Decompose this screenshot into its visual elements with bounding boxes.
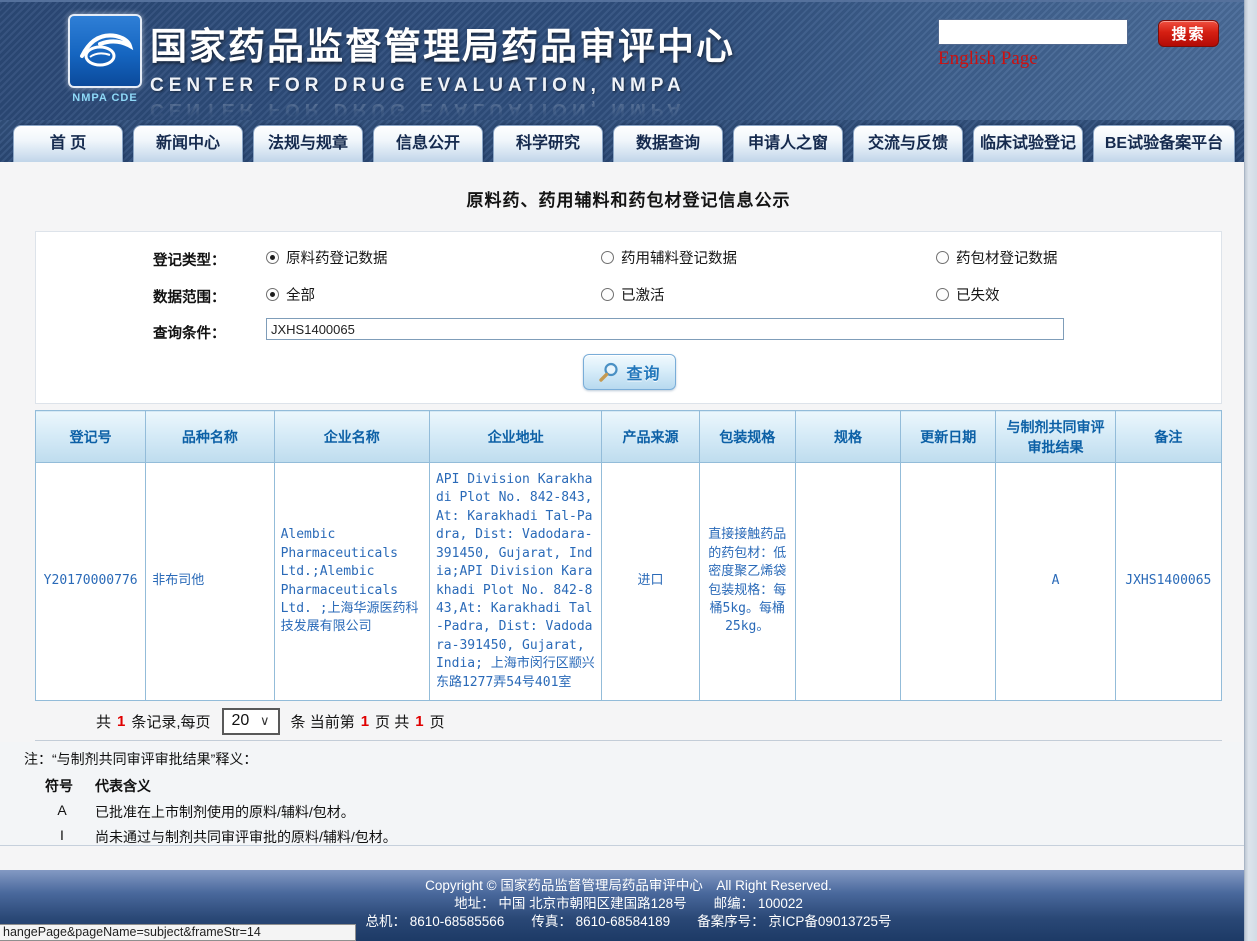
- col-header-product-name: 品种名称: [146, 411, 274, 463]
- per-page-value: 20: [232, 712, 250, 730]
- pagination-after-select: 条 当前第: [291, 711, 355, 732]
- english-page-link[interactable]: English Page: [938, 48, 1038, 70]
- reg-type-label: 登记类型：: [153, 249, 226, 270]
- cell-product-source: 进口: [602, 463, 699, 701]
- radio-option-packaging-data[interactable]: 药包材登记数据: [936, 247, 1058, 268]
- radio-icon[interactable]: [936, 288, 949, 301]
- note-meaning-a: 已批准在上市制剂使用的原料/辅料/包材。: [95, 802, 355, 822]
- cell-joint-review-result: A: [996, 463, 1115, 701]
- site-title-en: CENTER FOR DRUG EVALUATION, NMPA: [150, 75, 735, 97]
- note-meaning-i: 尚未通过与制剂共同审评审批的原料/辅料/包材。: [95, 827, 397, 847]
- note-title: 注：“与制剂共同审评审批结果”释义：: [24, 749, 257, 769]
- radio-icon-selected[interactable]: [266, 251, 279, 264]
- pagination-between: 页 共: [375, 711, 409, 732]
- browser-status-tooltip: hangePage&pageName=subject&frameStr=14: [0, 924, 356, 941]
- table-header-row: 登记号 品种名称 企业名称 企业地址 产品来源 包装规格 规格 更新日期 与制剂…: [36, 411, 1222, 463]
- note-symbol-a: A: [45, 802, 79, 818]
- cell-packaging-spec: 直接接触药品的药包材：低密度聚乙烯袋包装规格：每桶5kg。每桶25kg。: [699, 463, 795, 701]
- col-header-company-name: 企业名称: [274, 411, 429, 463]
- radio-option-all[interactable]: 全部: [266, 284, 315, 305]
- cde-logo: NMPA CDE: [66, 14, 144, 104]
- col-header-remark: 备注: [1115, 411, 1221, 463]
- col-header-update-date: 更新日期: [901, 411, 996, 463]
- main-navbar: 首 页 新闻中心 法规与规章 信息公开 科学研究 数据查询 申请人之窗 交流与反…: [0, 120, 1257, 162]
- page-title: 原料药、药用辅料和药包材登记信息公示: [0, 186, 1257, 211]
- footer-address: 地址： 中国 北京市朝阳区建国路128号 邮编： 100022: [0, 895, 1257, 913]
- pagination-bar: 共 1 条记录,每页 20 ∨ 条 当前第 1 页 共 1 页: [35, 702, 1222, 741]
- vertical-scrollbar[interactable]: [1244, 0, 1257, 941]
- nav-tab-be-platform[interactable]: BE试验备案平台: [1093, 125, 1235, 162]
- cell-update-date: [901, 463, 996, 701]
- radio-option-activated[interactable]: 已激活: [601, 284, 665, 305]
- pagination-tail: 页: [430, 711, 445, 732]
- site-title-cn: 国家药品监督管理局药品审评中心: [150, 16, 735, 70]
- results-table: 登记号 品种名称 企业名称 企业地址 产品来源 包装规格 规格 更新日期 与制剂…: [35, 410, 1222, 701]
- query-submit-button[interactable]: 查询: [583, 354, 676, 390]
- col-header-packaging-spec: 包装规格: [699, 411, 795, 463]
- nav-tab-applicant-window[interactable]: 申请人之窗: [733, 125, 843, 162]
- note-col-meaning: 代表含义: [95, 776, 151, 796]
- col-header-product-source: 产品来源: [602, 411, 699, 463]
- header-search-input[interactable]: [938, 19, 1128, 45]
- nav-tab-clinical-trial[interactable]: 临床试验登记: [973, 125, 1083, 162]
- cell-company-name: Alembic Pharmaceuticals Ltd.;Alembic Pha…: [274, 463, 429, 701]
- pagination-total-prefix: 共: [96, 711, 111, 732]
- query-condition-input[interactable]: [266, 318, 1064, 340]
- cell-company-address: API Division Karakhadi Plot No. 842-843,…: [429, 463, 601, 701]
- radio-icon[interactable]: [601, 288, 614, 301]
- radio-icon-selected[interactable]: [266, 288, 279, 301]
- dropdown-caret-icon: ∨: [260, 713, 270, 729]
- pagination-total-pages: 1: [415, 713, 423, 730]
- radio-icon[interactable]: [936, 251, 949, 264]
- radio-option-api-data[interactable]: 原料药登记数据: [266, 247, 388, 268]
- nav-tab-info-disclosure[interactable]: 信息公开: [373, 125, 483, 162]
- header-search-button[interactable]: 搜索: [1158, 20, 1219, 47]
- col-header-company-address: 企业地址: [429, 411, 601, 463]
- cell-spec: [795, 463, 900, 701]
- nav-tab-data-query[interactable]: 数据查询: [613, 125, 723, 162]
- cell-product-name: 非布司他: [146, 463, 274, 701]
- cell-reg-number: Y20170000776: [36, 463, 146, 701]
- nav-tab-home[interactable]: 首 页: [13, 125, 123, 162]
- site-title-en-reflection: CENTER FOR DRUG EVALUATION, NMPA: [150, 98, 735, 120]
- table-row: Y20170000776 非布司他 Alembic Pharmaceutical…: [36, 463, 1222, 701]
- nav-tab-feedback[interactable]: 交流与反馈: [853, 125, 963, 162]
- pagination-current-page: 1: [361, 713, 369, 730]
- radio-icon[interactable]: [601, 251, 614, 264]
- cell-remark: JXHS1400065: [1115, 463, 1221, 701]
- nav-tab-regulations[interactable]: 法规与规章: [253, 125, 363, 162]
- content-area: 原料药、药用辅料和药包材登记信息公示 登记类型： 原料药登记数据 药用辅料登记数…: [0, 162, 1257, 870]
- swoosh-fish-icon: [76, 26, 134, 76]
- legend-notes: 注：“与制剂共同审评审批结果”释义： 符号 代表含义 A 已批准在上市制剂使用的…: [0, 742, 1257, 846]
- per-page-select[interactable]: 20 ∨: [222, 708, 280, 735]
- pagination-per-label: 条记录,每页: [131, 711, 210, 732]
- magnifier-icon: [598, 361, 620, 383]
- radio-option-excipient-data[interactable]: 药用辅料登记数据: [601, 247, 737, 268]
- query-condition-label: 查询条件：: [153, 322, 226, 343]
- nav-tab-science[interactable]: 科学研究: [493, 125, 603, 162]
- footer-copyright: Copyright © 国家药品监督管理局药品审评中心 All Right Re…: [0, 877, 1257, 895]
- logo-caption: NMPA CDE: [66, 92, 144, 104]
- pagination-total-count: 1: [117, 713, 125, 730]
- page: NMPA CDE 国家药品监督管理局药品审评中心 CENTER FOR DRUG…: [0, 0, 1257, 941]
- note-symbol-i: I: [45, 827, 79, 843]
- site-title-block: 国家药品监督管理局药品审评中心 CENTER FOR DRUG EVALUATI…: [150, 16, 735, 120]
- site-header: NMPA CDE 国家药品监督管理局药品审评中心 CENTER FOR DRUG…: [0, 0, 1257, 120]
- query-form-panel: 登记类型： 原料药登记数据 药用辅料登记数据 药包材登记数据 数据范围： 全部: [35, 231, 1222, 404]
- nav-tab-news[interactable]: 新闻中心: [133, 125, 243, 162]
- note-col-symbol: 符号: [45, 776, 73, 796]
- radio-option-expired[interactable]: 已失效: [936, 284, 1000, 305]
- col-header-spec: 规格: [795, 411, 900, 463]
- col-header-joint-review-result: 与制剂共同审评审批结果: [996, 411, 1115, 463]
- scope-label: 数据范围：: [153, 286, 226, 307]
- cde-logo-icon: [68, 14, 142, 88]
- col-header-reg-number: 登记号: [36, 411, 146, 463]
